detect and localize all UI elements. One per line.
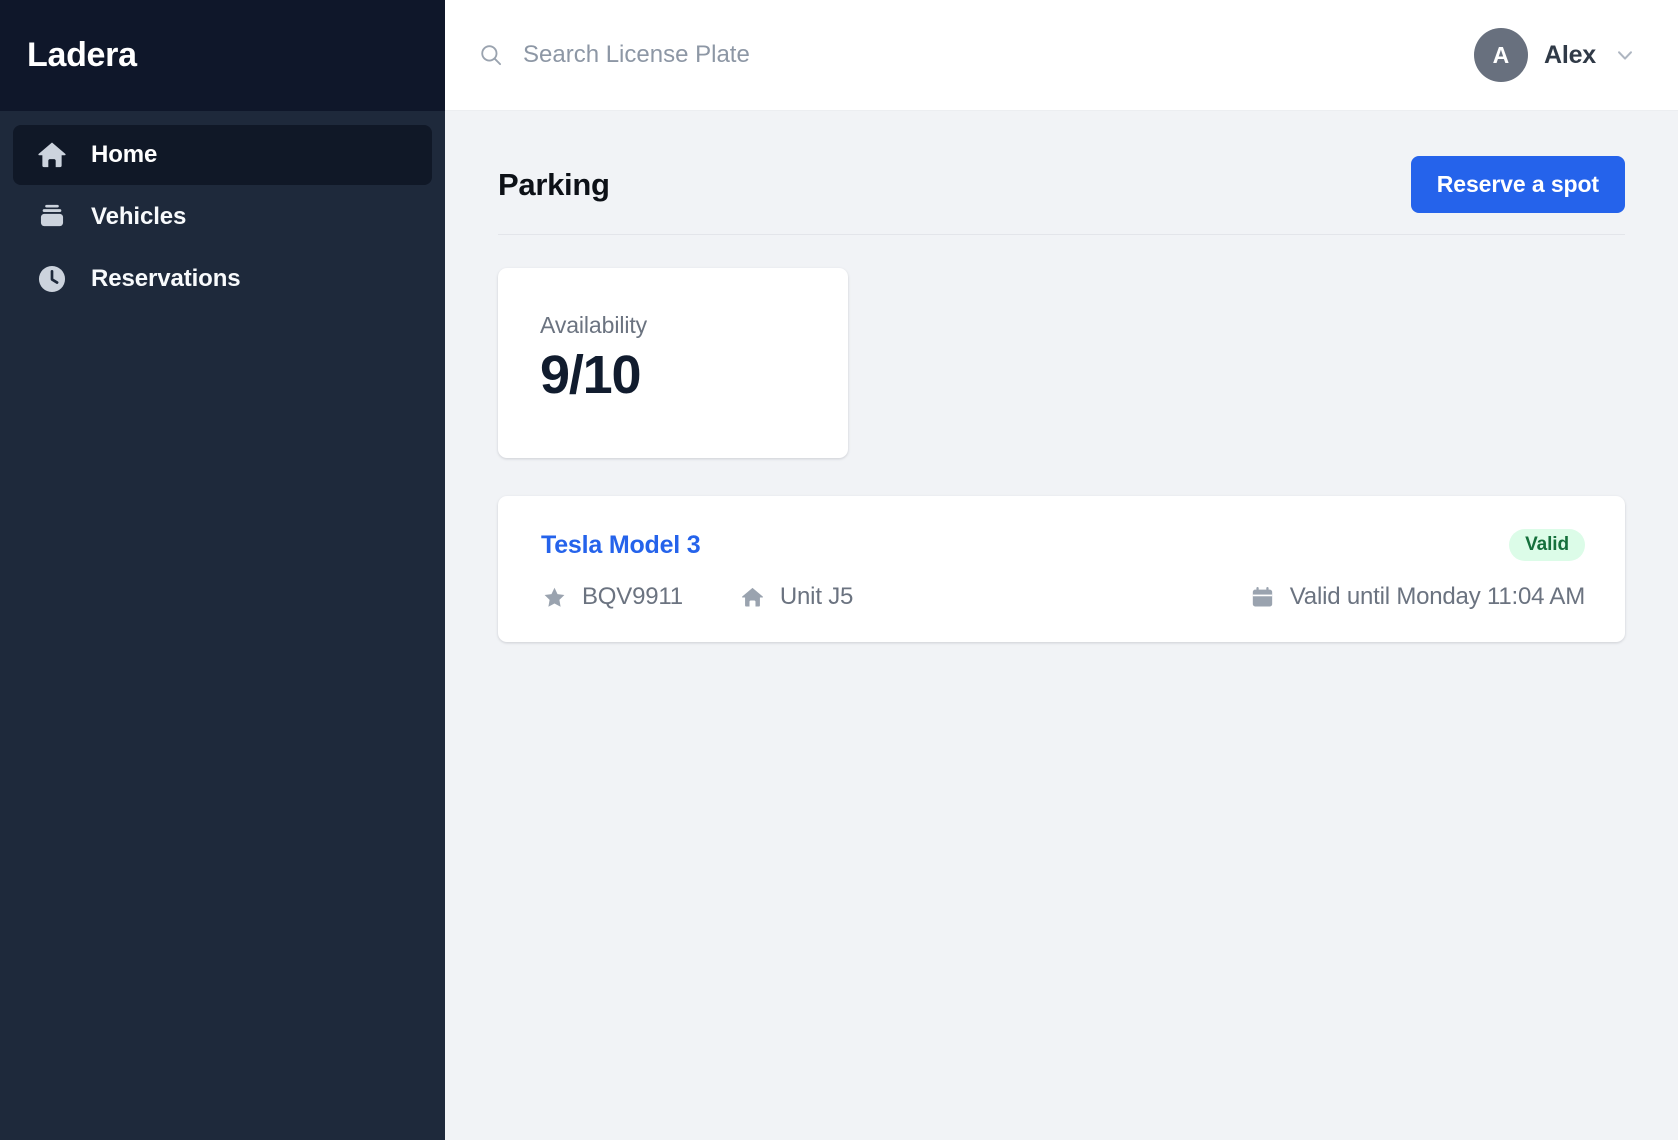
user-name: Alex xyxy=(1543,40,1596,69)
search-input[interactable] xyxy=(523,41,1083,69)
availability-label: Availability xyxy=(540,312,648,338)
clock-icon xyxy=(35,262,69,296)
unit-value: Unit J5 xyxy=(779,583,854,610)
calendar-icon xyxy=(1249,584,1276,611)
star-icon xyxy=(541,584,568,611)
sidebar-item-reservations[interactable]: Reservations xyxy=(13,249,432,309)
availability-card: Availability 9/10 xyxy=(498,268,848,458)
unit-meta: Unit J5 xyxy=(739,583,853,611)
license-plate-value: BQV9911 xyxy=(582,583,683,610)
license-plate-meta: BQV9911 xyxy=(541,583,683,611)
avatar: A xyxy=(1473,28,1528,82)
sidebar-item-label: Reservations xyxy=(91,265,241,292)
home-icon xyxy=(739,584,766,611)
vehicle-name-link[interactable]: Tesla Model 3 xyxy=(541,531,701,560)
home-icon xyxy=(35,138,69,172)
sidebar-item-vehicles[interactable]: Vehicles xyxy=(13,187,432,247)
reserve-a-spot-button[interactable]: Reserve a spot xyxy=(1410,156,1625,213)
sidebar: Ladera Home Vehicles Reservations xyxy=(0,0,445,1140)
search-icon xyxy=(478,42,504,68)
content-area: Parking Reserve a spot Availability 9/10… xyxy=(445,111,1678,1140)
search-bar[interactable] xyxy=(478,41,1474,69)
sidebar-nav: Home Vehicles Reservations xyxy=(0,111,445,309)
brand-name: Ladera xyxy=(27,36,137,74)
sidebar-item-label: Vehicles xyxy=(91,203,187,230)
page-title: Parking xyxy=(498,166,610,202)
page-header: Parking Reserve a spot xyxy=(498,156,1625,235)
status-badge: Valid xyxy=(1509,529,1585,561)
user-menu[interactable]: A Alex xyxy=(1473,28,1638,82)
vehicle-card-header: Tesla Model 3 Valid xyxy=(541,529,1585,561)
vehicle-card: Tesla Model 3 Valid BQV9911 Unit J5 Vali… xyxy=(498,496,1625,642)
sidebar-item-label: Home xyxy=(91,141,158,168)
sidebar-item-home[interactable]: Home xyxy=(13,125,432,185)
app-root: Ladera Home Vehicles Reservations Search… xyxy=(0,0,1678,1140)
vehicle-card-meta: BQV9911 Unit J5 Valid until Monday 11:04… xyxy=(541,583,1585,611)
topbar: A Alex xyxy=(445,0,1678,111)
car-icon xyxy=(35,200,69,234)
validity-value: Valid until Monday 11:04 AM xyxy=(1289,583,1585,610)
brand-header: Ladera xyxy=(0,0,445,111)
main-area: A Alex Parking Reserve a spot Availabili… xyxy=(445,0,1678,1140)
availability-value: 9/10 xyxy=(540,345,642,405)
chevron-down-icon[interactable] xyxy=(1612,42,1638,68)
validity-meta: Valid until Monday 11:04 AM xyxy=(1249,583,1585,611)
